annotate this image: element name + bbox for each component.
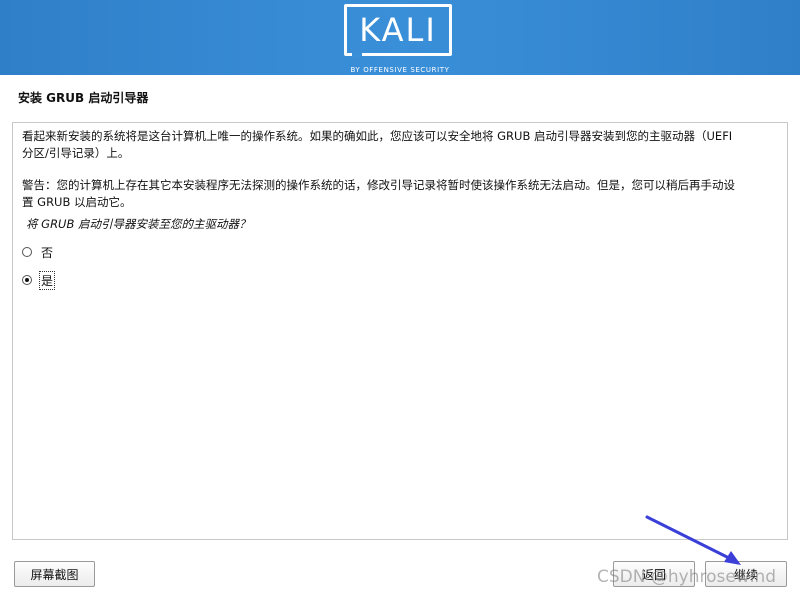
logo-frame-notch <box>352 53 362 57</box>
continue-button[interactable]: 继续 <box>705 561 787 587</box>
logo-text: KALI <box>359 11 437 49</box>
radio-button-yes[interactable] <box>22 275 32 285</box>
paragraph-2-line-1: 警告：您的计算机上存在其它本安装程序无法探测的操作系统的话，修改引导记录将暂时使… <box>22 178 735 192</box>
back-button[interactable]: 返回 <box>613 561 695 587</box>
screenshot-button[interactable]: 屏幕截图 <box>14 561 95 587</box>
logo-subtitle: BY OFFENSIVE SECURITY <box>350 66 450 74</box>
paragraph-2-line-2: 置 GRUB 以启动它。 <box>22 195 132 209</box>
radio-button-no[interactable] <box>22 247 32 257</box>
warning-paragraph: 警告：您的计算机上存在其它本安装程序无法探测的操作系统的话，修改引导记录将暂时使… <box>22 177 774 211</box>
option-no-label: 否 <box>41 245 54 260</box>
paragraph-1-line-1: 看起来新安装的系统将是这台计算机上唯一的操作系统。如果的确如此，您应该可以安全地… <box>22 129 733 143</box>
option-no[interactable]: 否 <box>22 243 54 261</box>
header-banner: KALI BY OFFENSIVE SECURITY <box>0 0 800 75</box>
install-question: 将 GRUB 启动引导器安装至您的主驱动器？ <box>26 217 251 231</box>
option-yes-label: 是 <box>38 270 56 290</box>
kali-logo: KALI BY OFFENSIVE SECURITY <box>344 4 456 74</box>
page-title: 安装 GRUB 启动引导器 <box>18 91 149 105</box>
option-yes[interactable]: 是 <box>22 270 56 290</box>
paragraph-1-line-2: 分区/引导记录）上。 <box>22 146 130 160</box>
description-paragraph-1: 看起来新安装的系统将是这台计算机上唯一的操作系统。如果的确如此，您应该可以安全地… <box>22 128 774 162</box>
